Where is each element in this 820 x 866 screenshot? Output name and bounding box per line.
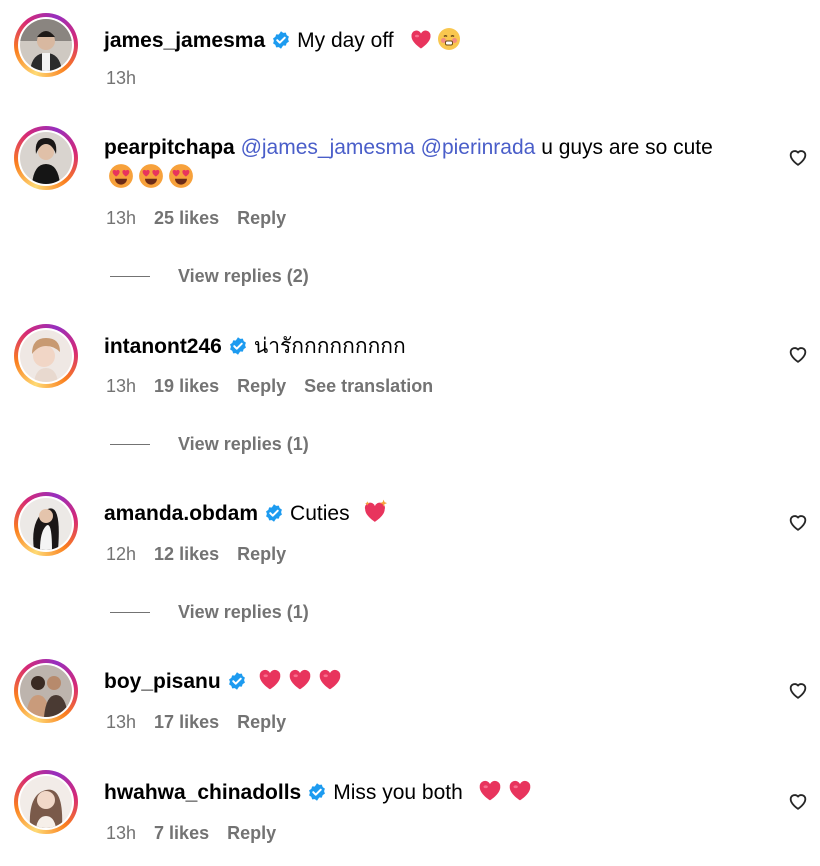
comment-body: Miss you both xyxy=(333,781,463,804)
see-translation-button[interactable]: See translation xyxy=(304,376,433,397)
heart-eyes-emoji-icon xyxy=(168,163,194,189)
like-heart-icon[interactable] xyxy=(787,511,809,533)
red-heart-emoji-icon xyxy=(409,27,433,51)
like-heart-icon[interactable] xyxy=(787,343,809,365)
like-heart-icon[interactable] xyxy=(787,790,809,812)
red-heart-emoji-icon xyxy=(507,777,533,803)
red-heart-emoji-icon xyxy=(257,666,283,692)
comment-body: u guys are so cute xyxy=(541,136,713,159)
blushing-face-emoji-icon xyxy=(437,27,461,51)
comment-text: hwahwa_chinadolls Miss you both xyxy=(104,777,725,808)
username[interactable]: hwahwa_chinadolls xyxy=(104,781,301,804)
avatar-hwahwa-chinadolls[interactable] xyxy=(14,770,78,834)
divider-line xyxy=(110,611,150,614)
mention-link[interactable]: @pierinrada xyxy=(421,136,536,159)
timestamp: 13h xyxy=(106,68,137,88)
timestamp: 13h xyxy=(106,823,137,843)
reply-button[interactable]: Reply xyxy=(237,712,286,733)
comment-body: My day off xyxy=(297,29,394,52)
comment-body: น่ารักกกกกกกกก xyxy=(253,335,406,358)
username[interactable]: amanda.obdam xyxy=(104,502,258,525)
likes-count[interactable]: 17 likes xyxy=(154,712,219,733)
view-replies-button[interactable]: View replies (2) xyxy=(110,266,309,287)
avatar-pearpitchapa[interactable] xyxy=(14,126,78,190)
view-replies-label: View replies (1) xyxy=(178,434,309,454)
sparkling-heart-emoji-icon xyxy=(363,498,389,524)
timestamp: 13h xyxy=(106,376,137,396)
red-heart-emoji-icon xyxy=(317,666,343,692)
comment-meta: 13h 17 likes Reply xyxy=(106,712,286,733)
reply-button[interactable]: Reply xyxy=(227,823,276,844)
heart-eyes-emoji-icon xyxy=(138,163,164,189)
likes-count[interactable]: 25 likes xyxy=(154,208,219,229)
username[interactable]: intanont246 xyxy=(104,335,222,358)
reply-button[interactable]: Reply xyxy=(237,544,286,565)
divider-line xyxy=(110,275,150,278)
verified-badge-icon xyxy=(228,336,248,356)
heart-eyes-emoji-icon xyxy=(108,163,134,189)
verified-badge-icon xyxy=(227,671,247,691)
timestamp: 13h xyxy=(106,208,137,228)
view-replies-button[interactable]: View replies (1) xyxy=(110,434,309,455)
verified-badge-icon xyxy=(307,782,327,802)
reply-button[interactable]: Reply xyxy=(237,208,286,229)
verified-badge-icon xyxy=(264,503,284,523)
comment-text: amanda.obdam Cuties xyxy=(104,498,725,529)
comment-text: intanont246 น่ารักกกกกกกกก xyxy=(104,331,725,362)
comment-meta: 13h 25 likes Reply xyxy=(106,208,286,229)
view-replies-button[interactable]: View replies (1) xyxy=(110,602,309,623)
comment-meta: 12h 12 likes Reply xyxy=(106,544,286,565)
likes-count[interactable]: 7 likes xyxy=(154,823,209,844)
comments-panel: james_jamesma My day off 13h pearpitchapa… xyxy=(0,0,820,866)
comment-text: james_jamesma My day off xyxy=(104,25,725,56)
comment-meta: 13h xyxy=(106,68,136,89)
verified-badge-icon xyxy=(271,30,291,50)
comment-body: Cuties xyxy=(290,502,350,525)
view-replies-label: View replies (2) xyxy=(178,266,309,286)
username[interactable]: pearpitchapa xyxy=(104,136,235,159)
likes-count[interactable]: 12 likes xyxy=(154,544,219,565)
view-replies-label: View replies (1) xyxy=(178,602,309,622)
avatar-intanont246[interactable] xyxy=(14,324,78,388)
like-heart-icon[interactable] xyxy=(787,679,809,701)
likes-count[interactable]: 19 likes xyxy=(154,376,219,397)
red-heart-emoji-icon xyxy=(477,777,503,803)
red-heart-emoji-icon xyxy=(287,666,313,692)
avatar-amanda-obdam[interactable] xyxy=(14,492,78,556)
username[interactable]: boy_pisanu xyxy=(104,670,221,693)
timestamp: 12h xyxy=(106,544,137,564)
username[interactable]: james_jamesma xyxy=(104,29,265,52)
reply-button[interactable]: Reply xyxy=(237,376,286,397)
divider-line xyxy=(110,443,150,446)
comment-meta: 13h 7 likes Reply xyxy=(106,823,276,844)
comment-meta: 13h 19 likes Reply See translation xyxy=(106,376,433,397)
comment-text: pearpitchapa @james_jamesma @pierinrada … xyxy=(104,132,725,194)
timestamp: 13h xyxy=(106,712,137,732)
avatar-james[interactable] xyxy=(14,13,78,77)
like-heart-icon[interactable] xyxy=(787,146,809,168)
avatar-boy-pisanu[interactable] xyxy=(14,659,78,723)
comment-text: boy_pisanu xyxy=(104,666,725,697)
mention-link[interactable]: @james_jamesma xyxy=(241,136,415,159)
